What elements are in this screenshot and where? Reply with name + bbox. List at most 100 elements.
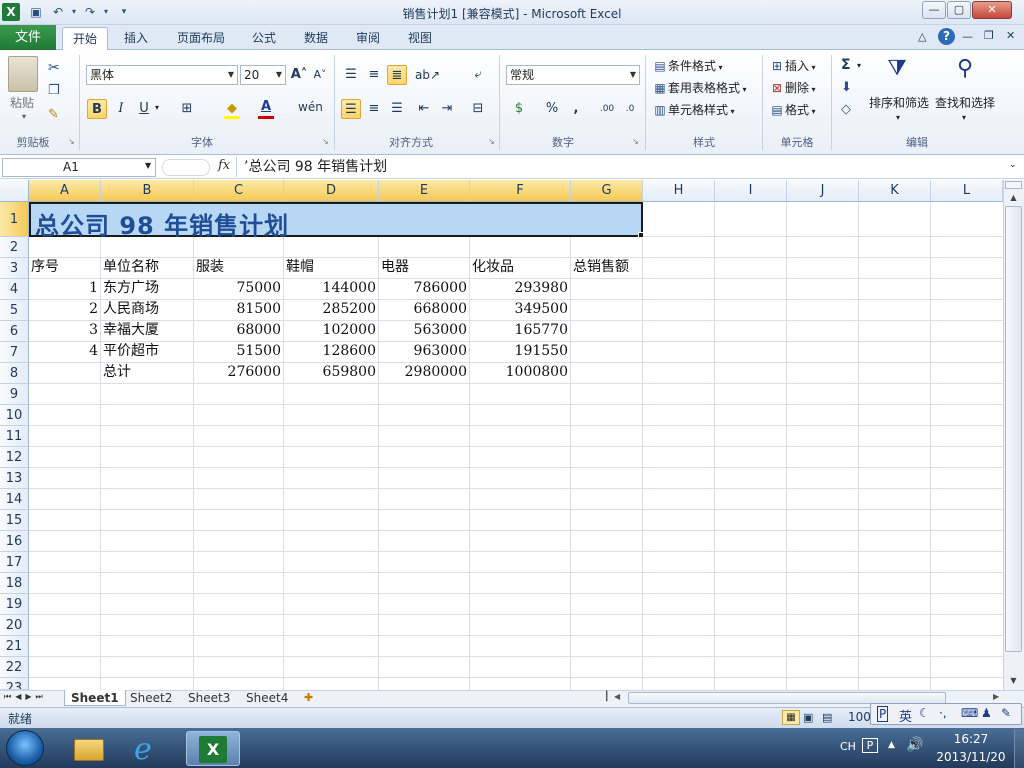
column-header-k[interactable]: K (859, 180, 931, 202)
table-cell[interactable]: 128600 (284, 341, 378, 362)
total-cell[interactable]: 276000 (194, 362, 283, 383)
minimize-button[interactable]: — (922, 1, 946, 19)
workbook-restore-icon[interactable]: ❐ (984, 29, 994, 42)
chevron-down-icon[interactable]: ▾ (896, 113, 900, 122)
column-header-h[interactable]: H (643, 180, 715, 202)
sheet-tab-sheet4[interactable]: Sheet4 (240, 690, 294, 706)
tab-split-handle[interactable]: ┃ (604, 692, 609, 702)
table-cell[interactable]: 293980 (470, 278, 570, 299)
sheet-tab-sheet1[interactable]: Sheet1 (64, 690, 126, 706)
table-cell[interactable]: 144000 (284, 278, 378, 299)
page-layout-view-icon[interactable]: ▣ (803, 711, 813, 724)
table-cell[interactable]: 786000 (379, 278, 469, 299)
tab-data[interactable]: 数据 (294, 27, 338, 50)
taskbar-explorer[interactable] (62, 731, 116, 766)
scroll-down-icon[interactable]: ▼ (1005, 674, 1022, 688)
split-box-handle[interactable] (1005, 181, 1022, 189)
show-hidden-icons-icon[interactable]: ▲ (888, 740, 895, 750)
row-header-19[interactable]: 19 (0, 594, 29, 615)
row-header-6[interactable]: 6 (0, 321, 29, 342)
row-header-13[interactable]: 13 (0, 468, 29, 489)
header-cell[interactable]: 鞋帽 (286, 257, 378, 278)
row-header-3[interactable]: 3 (0, 258, 29, 279)
column-header-f[interactable]: F (470, 180, 571, 202)
font-name-combo[interactable]: 黑体 ▼ (86, 65, 238, 85)
tab-review[interactable]: 审阅 (346, 27, 390, 50)
undo-icon[interactable]: ↶ (50, 4, 66, 20)
insert-sheet-icon[interactable]: ✚ (304, 691, 313, 704)
table-cell[interactable]: 102000 (284, 320, 378, 341)
delete-cells-button[interactable]: ⊠ 删除 ▾ (769, 79, 829, 97)
decrease-indent-icon[interactable]: ⇤ (414, 99, 434, 119)
orientation-icon[interactable]: ab↗ (415, 65, 440, 85)
row-header-10[interactable]: 10 (0, 405, 29, 426)
column-header-a[interactable]: A (29, 180, 101, 202)
ime-toolbar[interactable]: P 英 ☾ ·, ⌨ ♟ ✎ (870, 703, 1022, 725)
paste-dropdown-icon[interactable]: ▾ (22, 112, 26, 121)
align-center-icon[interactable]: ≡ (364, 99, 384, 119)
format-cells-button[interactable]: ▤ 格式 ▾ (769, 101, 829, 119)
row-header-4[interactable]: 4 (0, 279, 29, 300)
font-color-icon[interactable]: A (256, 97, 276, 117)
sheet-navigation-icon[interactable]: ⏮◀▶⏭ (4, 692, 47, 702)
close-button[interactable]: ✕ (972, 1, 1012, 19)
row-header-20[interactable]: 20 (0, 615, 29, 636)
currency-icon[interactable]: $ (509, 99, 529, 119)
ime-tray-icon[interactable]: P (862, 738, 878, 753)
expand-formula-bar-icon[interactable]: ⌄ (1009, 160, 1017, 170)
table-cell[interactable]: 3 (29, 320, 100, 341)
row-header-17[interactable]: 17 (0, 552, 29, 573)
shrink-font-icon[interactable]: A˅ (310, 65, 330, 85)
borders-icon[interactable]: ⊞ (177, 99, 197, 119)
tab-formulas[interactable]: 公式 (242, 27, 286, 50)
page-break-view-icon[interactable]: ▤ (822, 711, 832, 724)
table-cell[interactable]: 幸福大厦 (103, 320, 193, 341)
row-header-12[interactable]: 12 (0, 447, 29, 468)
row-header-21[interactable]: 21 (0, 636, 29, 657)
number-launcher-icon[interactable]: ↘ (632, 137, 639, 146)
column-header-g[interactable]: G (571, 180, 643, 202)
cut-icon[interactable]: ✂ (48, 60, 60, 76)
header-cell[interactable]: 序号 (31, 257, 99, 278)
font-launcher-icon[interactable]: ↘ (322, 137, 329, 146)
copy-icon[interactable]: ❐ (48, 83, 60, 98)
row-header-18[interactable]: 18 (0, 573, 29, 594)
paste-icon[interactable] (8, 56, 38, 92)
total-cell[interactable]: 1000800 (470, 362, 570, 383)
tab-page-layout[interactable]: 页面布局 (168, 27, 234, 50)
find-select-label[interactable]: 查找和选择 (935, 94, 995, 111)
grow-font-icon[interactable]: A˄ (289, 65, 309, 85)
tab-view[interactable]: 视图 (398, 27, 442, 50)
column-header-d[interactable]: D (284, 180, 379, 202)
maximize-button[interactable]: ▢ (947, 1, 971, 19)
formula-bar-resize-handle[interactable] (162, 159, 210, 176)
excel-logo-icon[interactable]: X (2, 3, 20, 21)
number-format-combo[interactable]: 常规 ▼ (506, 65, 640, 85)
table-cell[interactable]: 东方广场 (103, 278, 193, 299)
header-cell[interactable]: 单位名称 (103, 257, 193, 278)
autosum-icon[interactable]: Σ (841, 57, 851, 73)
scroll-left-icon[interactable]: ◀ (614, 692, 620, 701)
row-header-22[interactable]: 22 (0, 657, 29, 678)
chevron-down-icon[interactable]: ▾ (962, 113, 966, 122)
underline-dropdown-icon[interactable]: ▾ (155, 103, 159, 112)
row-header-1[interactable]: 1 (0, 202, 29, 237)
zoom-level[interactable]: 100 (848, 710, 871, 724)
row-header-5[interactable]: 5 (0, 300, 29, 321)
align-right-icon[interactable]: ☰ (387, 99, 407, 119)
table-cell[interactable]: 563000 (379, 320, 469, 341)
insert-cells-button[interactable]: ⊞ 插入 ▾ (769, 57, 829, 75)
increase-decimal-icon[interactable]: .00 (597, 99, 617, 119)
align-top-icon[interactable]: ☰ (341, 65, 361, 85)
comma-button[interactable]: , (566, 99, 586, 119)
clear-icon[interactable]: ◇ (841, 102, 851, 117)
name-box[interactable]: A1 (2, 158, 156, 177)
tab-home[interactable]: 开始 (62, 27, 108, 50)
name-box-dropdown-icon[interactable]: ▼ (145, 161, 151, 170)
row-header-8[interactable]: 8 (0, 363, 29, 384)
header-cell[interactable]: 总销售额 (573, 257, 643, 278)
redo-dropdown-icon[interactable]: ▾ (98, 4, 114, 20)
clock-date[interactable]: 2013/11/20 (932, 750, 1010, 764)
table-cell[interactable]: 349500 (470, 299, 570, 320)
help-icon[interactable]: ? (938, 28, 955, 45)
